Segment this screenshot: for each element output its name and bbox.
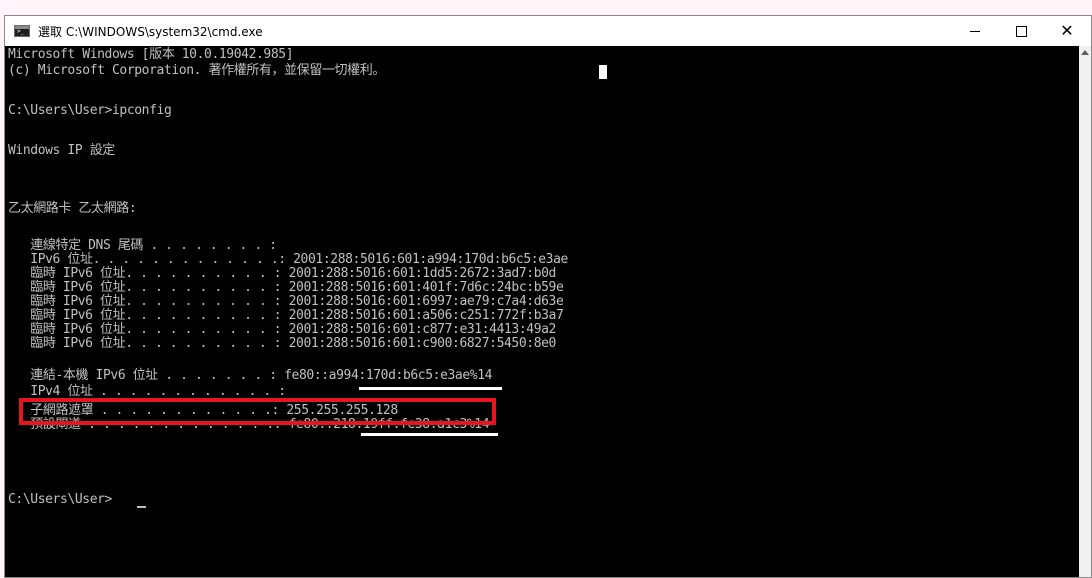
console-line: 臨時 IPv6 位址. . . . . . . . . . : 2001:288… (8, 280, 564, 295)
console-line: Microsoft Windows [版本 10.0.19042.985] (8, 47, 294, 62)
scroll-up-icon[interactable] (1081, 50, 1089, 55)
console-line: 臨時 IPv6 位址. . . . . . . . . . : 2001:288… (8, 294, 564, 309)
close-icon: ✕ (1060, 21, 1074, 40)
redaction-ipv4 (359, 387, 502, 390)
ipv4-highlight-box (19, 398, 496, 425)
cmd-window: 選取 C:\WINDOWS\system32\cmd.exe ✕ Microso… (4, 15, 1092, 578)
close-button[interactable]: ✕ (1044, 16, 1090, 46)
console-line: 臨時 IPv6 位址. . . . . . . . . . : 2001:288… (8, 308, 564, 323)
text-cursor (137, 506, 146, 508)
redaction-gateway (361, 433, 498, 436)
console-line: C:\Users\User>ipconfig (8, 103, 172, 118)
console-line: (c) Microsoft Corporation. 著作權所有，並保留一切權利… (8, 63, 385, 78)
console-line: 連線特定 DNS 尾碼 . . . . . . . . : (8, 238, 277, 253)
console-line: 乙太網路卡 乙太網路: (8, 201, 137, 216)
selection-cursor (599, 65, 607, 79)
console-line: Windows IP 設定 (8, 143, 115, 158)
console-line: 臨時 IPv6 位址. . . . . . . . . . : 2001:288… (8, 322, 556, 337)
console-line: 臨時 IPv6 位址. . . . . . . . . . : 2001:288… (8, 336, 556, 351)
title-bar[interactable]: 選取 C:\WINDOWS\system32\cmd.exe ✕ (5, 16, 1091, 46)
console-line: IPv4 位址 . . . . . . . . . . . . : (8, 384, 286, 399)
console-line: 連結-本機 IPv6 位址 . . . . . . . : fe80::a994… (8, 368, 493, 383)
console-output[interactable]: Microsoft Windows [版本 10.0.19042.985] (c… (5, 46, 1079, 577)
minimize-button[interactable] (952, 16, 998, 46)
console-line: C:\Users\User> (8, 492, 112, 507)
vertical-scrollbar[interactable] (1079, 46, 1091, 577)
maximize-button[interactable] (998, 16, 1044, 46)
minimize-icon (970, 30, 980, 32)
window-title: 選取 C:\WINDOWS\system32\cmd.exe (38, 25, 263, 39)
terminal-icon[interactable] (14, 25, 30, 37)
console-line: IPv6 位址. . . . . . . . . . . . .: 2001:2… (8, 252, 568, 267)
console-line: 臨時 IPv6 位址. . . . . . . . . . : 2001:288… (8, 266, 556, 281)
maximize-icon (1015, 25, 1027, 37)
